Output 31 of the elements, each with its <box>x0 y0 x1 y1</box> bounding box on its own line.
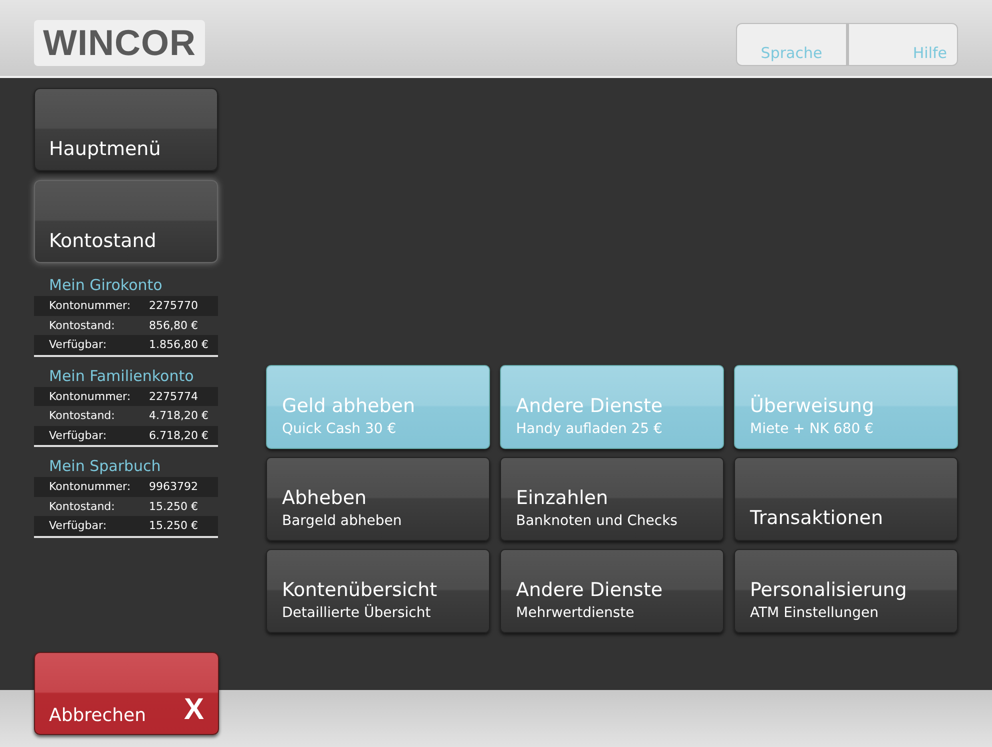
field-label: Kontostand: <box>49 318 116 332</box>
menu-tile[interactable]: Andere Dienste Mehrwertdienste <box>500 549 724 633</box>
menu-button[interactable]: Kontostand <box>34 180 218 263</box>
menu-tile[interactable]: Einzahlen Banknoten und Checks <box>500 457 724 541</box>
menu-tile[interactable]: Kontenübersicht Detaillierte Übersicht <box>266 549 490 633</box>
menu-tile[interactable]: Personalisierung ATM Einstellungen <box>734 549 958 633</box>
field-value: 15.250 € <box>149 519 198 532</box>
field-value: 2275770 <box>149 299 198 312</box>
field-label: Kontostand: <box>49 409 116 422</box>
account-name: Mein Girokonto <box>48 275 164 296</box>
cancel-button[interactable]: Abbrechen X <box>34 652 219 735</box>
field-value: 15.250 € <box>149 500 198 513</box>
field-value: 9963792 <box>149 480 198 494</box>
field-label: Verfügbar: <box>49 519 108 532</box>
menu-tile[interactable]: Transaktionen <box>734 457 958 541</box>
field-value: 6.718,20 € <box>149 428 208 442</box>
field-label: Kontostand: <box>49 500 116 513</box>
field-value: 856,80 € <box>149 318 198 332</box>
account-name: Mein Sparbuch <box>48 456 162 477</box>
field-label: Verfügbar: <box>49 338 108 352</box>
wincor-logo: WINCOR <box>34 20 205 66</box>
menu-button[interactable]: Hauptmenü <box>34 88 218 171</box>
field-label: Kontonummer: <box>49 480 132 494</box>
account-name: Mein Familienkonto <box>48 366 195 386</box>
field-label: Kontonummer: <box>49 299 132 312</box>
field-value: 1.856,80 € <box>149 338 208 352</box>
menu-tile[interactable]: Abheben Bargeld abheben <box>266 457 490 541</box>
field-label: Kontonummer: <box>49 390 132 403</box>
field-label: Verfügbar: <box>49 428 108 442</box>
field-value: 2275774 <box>149 390 198 403</box>
field-value: 4.718,20 € <box>149 409 208 422</box>
